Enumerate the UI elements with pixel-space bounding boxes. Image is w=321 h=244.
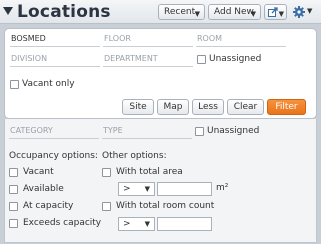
- area-value-input[interactable]: [157, 182, 212, 196]
- total-area-label: With total area: [116, 167, 183, 177]
- total-room-count-checkbox[interactable]: [102, 202, 111, 211]
- at-capacity-checkbox[interactable]: [9, 202, 18, 211]
- area-unit: m²: [216, 183, 229, 193]
- vacant-label: Vacant: [23, 167, 54, 177]
- advanced-unassigned-label: Unassigned: [207, 126, 260, 136]
- export-icon: [268, 7, 278, 17]
- map-button[interactable]: Map: [157, 99, 189, 115]
- type-field[interactable]: TYPE: [102, 124, 192, 139]
- department-field[interactable]: DEPARTMENT: [103, 52, 193, 67]
- total-room-count-label: With total room count: [116, 201, 215, 211]
- division-field[interactable]: DIVISION: [10, 52, 100, 67]
- available-checkbox[interactable]: [9, 185, 18, 194]
- exceeds-capacity-checkbox[interactable]: [9, 219, 18, 228]
- export-dropdown[interactable]: ▼: [264, 4, 287, 20]
- room-count-input[interactable]: [157, 217, 212, 231]
- category-field[interactable]: CATEGORY: [9, 124, 99, 139]
- area-operator-select[interactable]: > ▼: [118, 182, 155, 196]
- recent-dropdown[interactable]: Recent ▼: [158, 4, 205, 20]
- occupancy-heading: Occupancy options:: [9, 151, 98, 161]
- advanced-unassigned-checkbox[interactable]: [195, 127, 204, 136]
- room-operator-value: >: [123, 219, 131, 229]
- at-capacity-label: At capacity: [23, 201, 74, 211]
- other-options-heading: Other options:: [102, 151, 167, 161]
- chevron-down-icon: ▼: [144, 185, 150, 193]
- filter-button[interactable]: Filter: [267, 99, 306, 115]
- add-new-label: Add New: [214, 7, 254, 17]
- clear-button[interactable]: Clear: [227, 99, 264, 115]
- room-operator-select[interactable]: > ▼: [118, 217, 155, 231]
- available-label: Available: [23, 184, 64, 194]
- collapse-triangle-icon[interactable]: [3, 6, 13, 16]
- add-new-dropdown[interactable]: Add New ▼: [208, 4, 261, 20]
- gear-icon: [293, 6, 305, 18]
- exceeds-capacity-label: Exceeds capacity: [23, 218, 102, 228]
- unassigned-checkbox[interactable]: [197, 55, 206, 64]
- site-button[interactable]: Site: [122, 99, 154, 115]
- unassigned-label: Unassigned: [209, 54, 262, 64]
- vacant-only-label: Vacant only: [22, 79, 75, 89]
- less-button[interactable]: Less: [192, 99, 224, 115]
- total-area-checkbox[interactable]: [102, 168, 111, 177]
- settings-dropdown[interactable]: ▼: [292, 4, 316, 20]
- chevron-down-icon: ▼: [144, 220, 150, 228]
- header-bar: Locations Recent ▼ Add New ▼ ▼ ▼: [0, 0, 321, 24]
- page-title: Locations: [17, 2, 111, 22]
- floor-field[interactable]: FLOOR: [103, 32, 193, 47]
- chevron-down-icon: ▼: [307, 7, 313, 15]
- site-field[interactable]: BOSMED: [10, 32, 100, 47]
- room-field[interactable]: ROOM: [196, 32, 286, 47]
- chevron-down-icon: ▼: [278, 10, 284, 18]
- advanced-options-panel: CATEGORY TYPE Unassigned Occupancy optio…: [4, 119, 317, 243]
- chevron-down-icon: ▼: [194, 10, 200, 18]
- chevron-down-icon: ▼: [250, 10, 256, 18]
- vacant-checkbox[interactable]: [9, 168, 18, 177]
- recent-label: Recent: [164, 7, 196, 17]
- area-operator-value: >: [123, 184, 131, 194]
- vacant-only-checkbox[interactable]: [10, 80, 19, 89]
